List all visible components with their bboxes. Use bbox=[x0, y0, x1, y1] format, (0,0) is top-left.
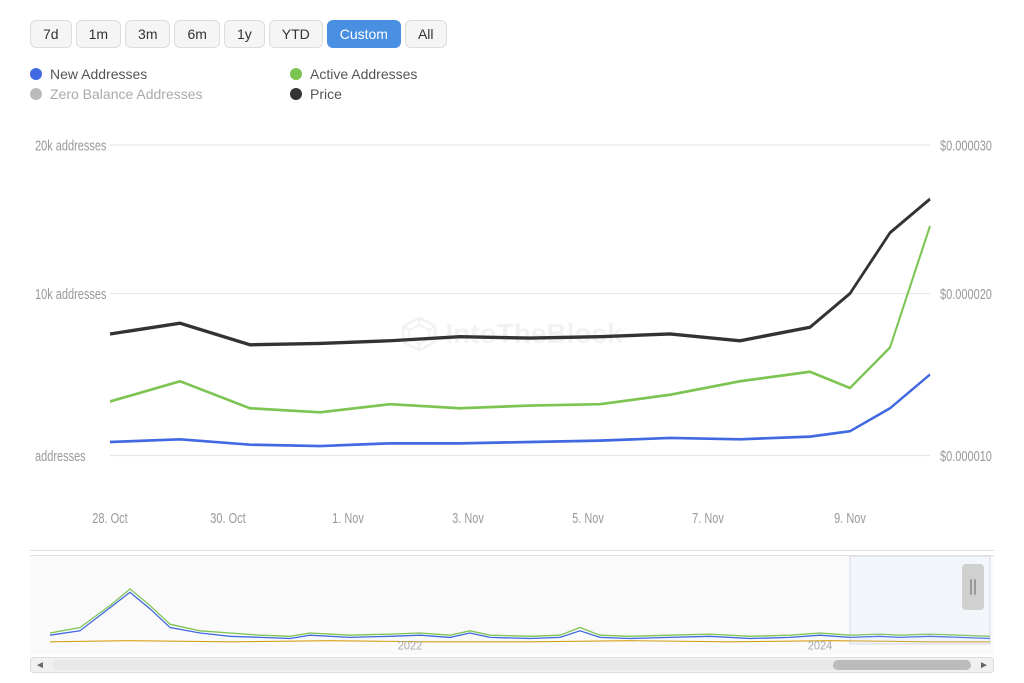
svg-text:7. Nov: 7. Nov bbox=[692, 509, 724, 526]
nav-handle-lines bbox=[970, 579, 976, 595]
legend-dot bbox=[30, 88, 42, 100]
legend-label: New Addresses bbox=[50, 66, 147, 82]
chart-svg: 20k addresses 10k addresses addresses $0… bbox=[30, 118, 994, 550]
mini-chart-svg: 2022 2024 bbox=[30, 556, 994, 655]
legend-label: Active Addresses bbox=[310, 66, 417, 82]
svg-text:1. Nov: 1. Nov bbox=[332, 509, 364, 526]
scrollbar-thumb[interactable] bbox=[833, 660, 971, 670]
time-btn-all[interactable]: All bbox=[405, 20, 447, 48]
legend-item: Price bbox=[290, 86, 530, 102]
main-chart: IntoTheBlock 20k addresses 10k addresses… bbox=[30, 118, 994, 551]
legend-label: Zero Balance Addresses bbox=[50, 86, 203, 102]
scrollbar[interactable]: ◄ ► bbox=[30, 657, 994, 673]
svg-text:10k addresses: 10k addresses bbox=[35, 285, 107, 302]
chart-wrapper: IntoTheBlock 20k addresses 10k addresses… bbox=[30, 118, 994, 673]
time-btn-7d[interactable]: 7d bbox=[30, 20, 72, 48]
time-btn-ytd[interactable]: YTD bbox=[269, 20, 323, 48]
time-range-bar: 7d1m3m6m1yYTDCustomAll bbox=[30, 20, 994, 48]
svg-text:30. Oct: 30. Oct bbox=[210, 509, 246, 526]
time-btn-6m[interactable]: 6m bbox=[174, 20, 219, 48]
scrollbar-track[interactable] bbox=[53, 660, 971, 670]
legend-label: Price bbox=[310, 86, 342, 102]
legend-dot bbox=[290, 88, 302, 100]
svg-text:addresses: addresses bbox=[35, 447, 86, 464]
time-btn-custom[interactable]: Custom bbox=[327, 20, 401, 48]
time-btn-1y[interactable]: 1y bbox=[224, 20, 265, 48]
nav-handle-line-2 bbox=[974, 579, 976, 595]
mini-chart: 2022 2024 bbox=[30, 555, 994, 655]
svg-text:3. Nov: 3. Nov bbox=[452, 509, 484, 526]
scroll-right-arrow[interactable]: ► bbox=[975, 657, 993, 673]
legend: New Addresses Active Addresses Zero Balanc… bbox=[30, 66, 530, 102]
time-btn-3m[interactable]: 3m bbox=[125, 20, 170, 48]
time-btn-1m[interactable]: 1m bbox=[76, 20, 121, 48]
nav-handle[interactable] bbox=[962, 564, 984, 610]
svg-text:9. Nov: 9. Nov bbox=[834, 509, 866, 526]
svg-text:20k addresses: 20k addresses bbox=[35, 137, 107, 154]
legend-dot bbox=[30, 68, 42, 80]
svg-text:28. Oct: 28. Oct bbox=[92, 509, 128, 526]
main-container: 7d1m3m6m1yYTDCustomAll New Addresses Acti… bbox=[0, 0, 1024, 683]
legend-item: New Addresses bbox=[30, 66, 270, 82]
svg-text:$0.000010: $0.000010 bbox=[940, 447, 992, 464]
svg-text:2022: 2022 bbox=[398, 640, 422, 653]
legend-item: Zero Balance Addresses bbox=[30, 86, 270, 102]
svg-text:$0.000020: $0.000020 bbox=[940, 285, 992, 302]
legend-item: Active Addresses bbox=[290, 66, 530, 82]
scroll-left-arrow[interactable]: ◄ bbox=[31, 657, 49, 673]
nav-handle-line-1 bbox=[970, 579, 972, 595]
legend-dot bbox=[290, 68, 302, 80]
svg-text:5. Nov: 5. Nov bbox=[572, 509, 604, 526]
svg-text:$0.000030: $0.000030 bbox=[940, 137, 992, 154]
svg-text:2024: 2024 bbox=[808, 640, 833, 653]
